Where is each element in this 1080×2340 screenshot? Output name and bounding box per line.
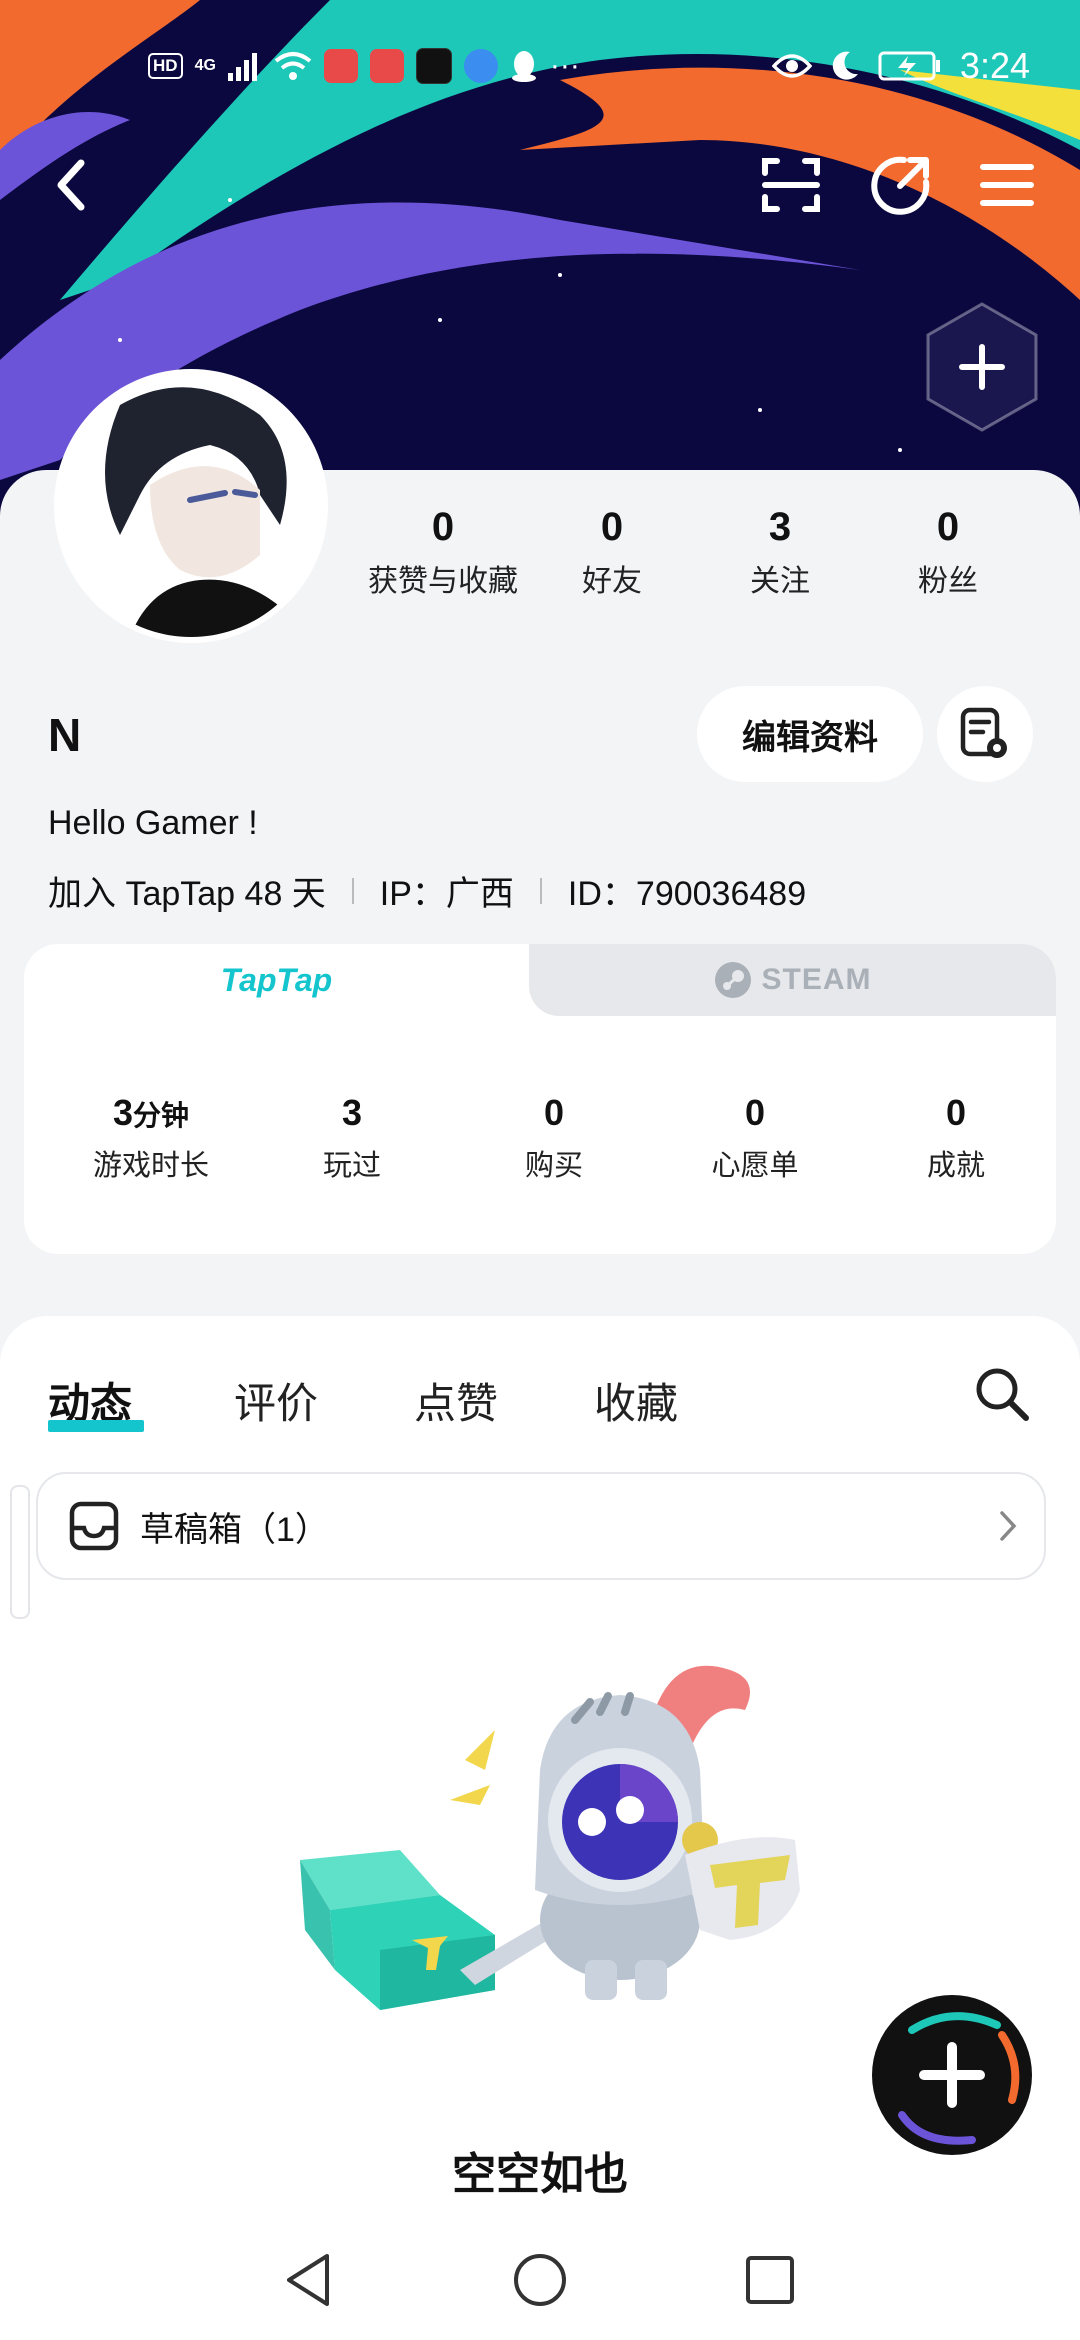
stat-label: 关注: [750, 565, 810, 598]
network-type: 4G: [194, 57, 216, 74]
tab-favorites[interactable]: 收藏: [594, 1370, 678, 1431]
menu-icon: [980, 164, 1034, 206]
back-arrow-icon: [57, 159, 85, 211]
stat-value: 0: [600, 505, 624, 549]
tab-steam-label: STEAM: [761, 963, 872, 996]
avatar-image: [60, 375, 322, 637]
empty-state-illustration: [290, 1640, 830, 2030]
document-settings-icon: [960, 707, 1007, 758]
stat-label: 获赞与收藏: [368, 565, 518, 598]
stat-label: 游戏时长: [92, 1150, 209, 1182]
bio: Hello Gamer !: [48, 804, 258, 842]
stat-value: 0: [744, 1092, 766, 1133]
drafts-row[interactable]: 草稿箱（1）: [36, 1472, 1046, 1580]
game-stats-card: STEAM TapTap 3分钟 游戏时长 3 玩过 0 购买 0 心愿单 0 …: [24, 944, 1056, 1254]
scan-button[interactable]: [756, 150, 826, 220]
signal-icon: [227, 53, 257, 81]
triangle-back-icon: [287, 2254, 329, 2306]
browser-icon: [463, 49, 498, 83]
status-bar-left: HD 4G ···: [148, 42, 580, 90]
stat-value: 3: [341, 1092, 363, 1133]
taptap-logo: TapTap: [220, 961, 333, 998]
ip-location: IP：广西: [379, 875, 514, 913]
search-button[interactable]: [972, 1364, 1032, 1424]
side-scroll-handle[interactable]: [10, 1485, 30, 1619]
stat-following[interactable]: 3 关注: [695, 505, 865, 600]
drafts-label: 草稿箱（1）: [140, 1510, 329, 1549]
stat-label: 成就: [926, 1150, 985, 1182]
nav-recents-button[interactable]: [740, 2250, 800, 2310]
stat-value: 3分钟: [51, 1092, 251, 1134]
user-id[interactable]: ID：790036489: [568, 866, 806, 915]
stat-playtime[interactable]: 3分钟 游戏时长: [51, 1092, 251, 1184]
stat-fans[interactable]: 0 粉丝: [863, 505, 1033, 600]
add-background-button[interactable]: [922, 300, 1042, 434]
tab-steam[interactable]: STEAM: [529, 944, 1056, 1016]
stat-label: 粉丝: [918, 565, 978, 598]
tab-reviews[interactable]: 评价: [234, 1370, 318, 1431]
huawei-app-icon: [323, 49, 358, 83]
username: N: [48, 709, 82, 761]
plus-icon: [926, 302, 1038, 432]
nav-back-button[interactable]: [278, 2250, 338, 2310]
share-icon: [871, 156, 930, 215]
active-tab-indicator: [48, 1420, 144, 1432]
more-notifications: ···: [549, 49, 580, 82]
circle-home-icon: [514, 2254, 566, 2306]
stat-label: 玩过: [322, 1150, 381, 1182]
stat-label: 好友: [582, 565, 642, 598]
edit-profile-button[interactable]: 编辑资料: [697, 686, 923, 782]
share-button[interactable]: [866, 150, 936, 220]
search-icon: [976, 1368, 1029, 1421]
moon-icon: [832, 51, 858, 80]
stat-value: 0: [936, 505, 960, 549]
divider: [351, 877, 354, 904]
avatar[interactable]: [60, 375, 322, 637]
status-bar-right: 3:24: [771, 42, 1030, 90]
stat-friends[interactable]: 0 好友: [527, 505, 697, 600]
profile-meta: 加入 TapTap 48 天 IP：广西 ID：790036489: [48, 866, 806, 915]
back-button[interactable]: [36, 150, 106, 220]
nav-home-button[interactable]: [510, 2250, 570, 2310]
join-days: 加入 TapTap 48 天: [48, 875, 326, 913]
tab-taptap[interactable]: TapTap: [24, 944, 529, 1016]
stat-achievements[interactable]: 0 成就: [856, 1092, 1056, 1184]
divider: [539, 877, 542, 904]
stat-value: 3: [768, 505, 792, 549]
playtime-value: 3: [112, 1092, 133, 1133]
stat-value: 0: [431, 505, 455, 549]
stat-wishlist[interactable]: 0 心愿单: [655, 1092, 855, 1184]
stat-played[interactable]: 3 玩过: [252, 1092, 452, 1184]
hd-badge: HD: [148, 53, 183, 79]
create-post-fab[interactable]: [872, 1995, 1032, 2155]
profile-settings-button[interactable]: [937, 686, 1033, 782]
playtime-unit: 分钟: [133, 1100, 190, 1131]
stat-purchased[interactable]: 0 购买: [454, 1092, 654, 1184]
stat-label: 心愿单: [711, 1150, 799, 1182]
huawei-app-icon-2: [369, 49, 404, 83]
stat-value: 0: [543, 1092, 565, 1133]
chevron-right-icon: [1000, 1511, 1017, 1541]
stat-value: 0: [945, 1092, 967, 1133]
eye-comfort-icon: [771, 54, 812, 78]
wifi-icon: [274, 52, 312, 80]
clock: 3:24: [959, 45, 1030, 86]
stat-likes[interactable]: 0 获赞与收藏: [358, 505, 528, 600]
tab-likes[interactable]: 点赞: [414, 1370, 498, 1431]
square-recents-icon: [746, 2256, 794, 2304]
inbox-icon: [69, 1501, 119, 1551]
menu-button[interactable]: [972, 150, 1042, 220]
qq-icon: [511, 51, 536, 82]
battery-icon: [878, 51, 940, 81]
scan-icon: [762, 158, 820, 212]
tiktok-icon: [415, 48, 452, 84]
plus-icon: [898, 2012, 1020, 2145]
steam-logo-icon: [714, 962, 751, 998]
stat-label: 购买: [524, 1150, 583, 1182]
